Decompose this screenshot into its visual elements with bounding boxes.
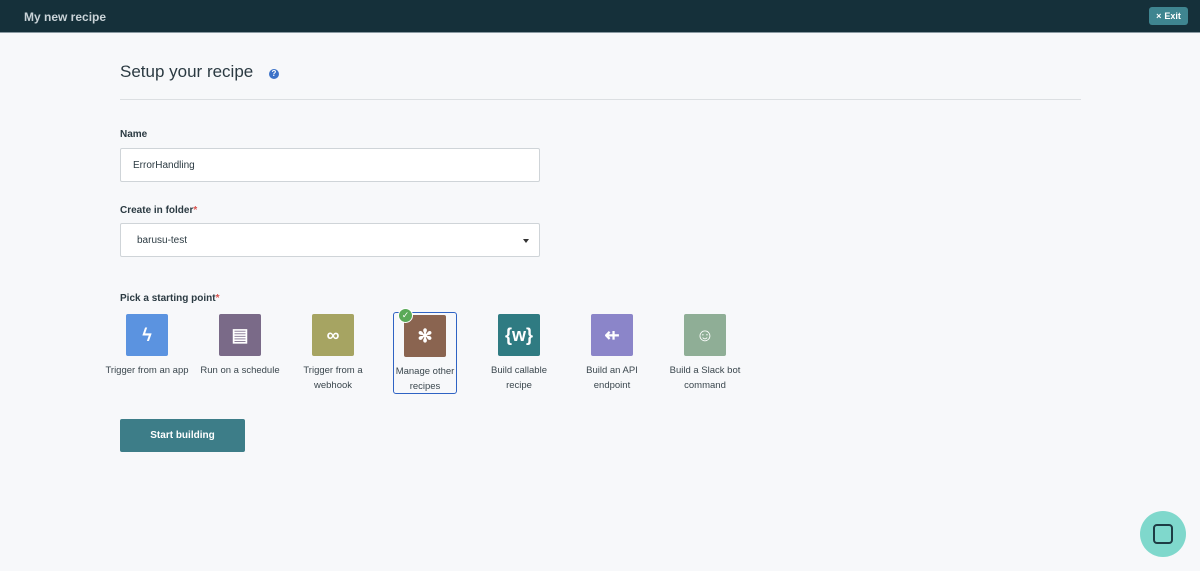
recipe-title: My new recipe	[24, 10, 107, 24]
lightning-icon: ϟ	[126, 314, 168, 356]
folder-label: Create in folder*	[120, 205, 197, 216]
divider	[120, 99, 1081, 100]
tile-callable-recipe[interactable]: {w} Build callable recipe	[487, 312, 551, 394]
tile-label: Build an API endpoint	[586, 365, 638, 391]
tile-label: Manage other recipes	[395, 366, 455, 392]
name-input[interactable]: ErrorHandling	[120, 148, 540, 182]
chevron-down-icon	[523, 239, 529, 243]
start-building-button[interactable]: Start building	[120, 419, 245, 452]
tile-label: Trigger from a webhook	[303, 365, 363, 391]
tile-slack-bot[interactable]: ☺ Build a Slack bot command	[670, 312, 740, 394]
tile-label: Build callable recipe	[491, 365, 547, 391]
api-icon: ⇷	[591, 314, 633, 356]
tile-label: Trigger from an app	[105, 365, 189, 376]
tile-schedule[interactable]: ▤ Run on a schedule	[200, 312, 280, 394]
check-icon: ✓	[398, 308, 413, 323]
chat-widget-button[interactable]	[1140, 511, 1186, 557]
schedule-icon: ▤	[219, 314, 261, 356]
tile-trigger-app[interactable]: ϟ Trigger from an app	[105, 312, 189, 394]
tile-label: Build a Slack bot command	[669, 365, 741, 391]
folder-value: barusu-test	[137, 234, 188, 246]
folder-select[interactable]: barusu-test	[120, 223, 540, 257]
close-icon: ×	[1156, 11, 1162, 21]
chat-icon	[1153, 524, 1173, 544]
required-marker: *	[215, 293, 220, 304]
bot-icon: ☺	[684, 314, 726, 356]
page-title: Setup your recipe	[120, 62, 254, 81]
webhook-icon: ∞	[312, 314, 354, 356]
tile-api-endpoint[interactable]: ⇷ Build an API endpoint	[580, 312, 644, 394]
exit-button[interactable]: × Exit	[1149, 7, 1188, 25]
callable-icon: {w}	[498, 314, 540, 356]
tile-webhook[interactable]: ∞ Trigger from a webhook	[301, 312, 365, 394]
exit-label: Exit	[1164, 11, 1181, 21]
folder-label-text: Create in folder	[120, 205, 194, 216]
tile-label: Run on a schedule	[200, 365, 280, 376]
name-label: Name	[120, 129, 148, 140]
top-bar: My new recipe × Exit	[0, 0, 1200, 33]
brain-gear-icon: ✻	[404, 315, 446, 357]
help-icon[interactable]: ?	[269, 69, 279, 79]
required-marker: *	[193, 205, 198, 216]
tile-manage-recipes[interactable]: ✻ Manage other recipes ✓	[393, 308, 457, 394]
starting-point-label: Pick a starting point*	[120, 293, 219, 304]
starting-label-text: Pick a starting point	[120, 293, 216, 304]
